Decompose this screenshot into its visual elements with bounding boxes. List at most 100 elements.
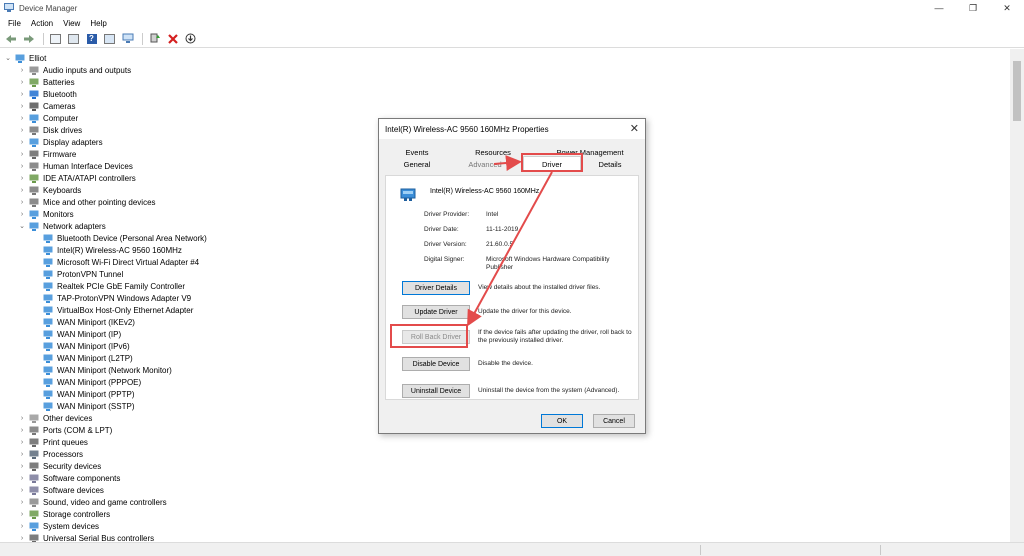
ok-button[interactable]: OK: [541, 414, 583, 428]
tree-category-item[interactable]: › Audio inputs and outputs: [18, 64, 131, 76]
update-driver-icon[interactable]: [147, 31, 162, 46]
tab-resources[interactable]: Resources: [465, 146, 521, 158]
collapsed-chevron-icon[interactable]: ›: [18, 475, 26, 482]
tree-category-item[interactable]: › Monitors: [18, 208, 74, 220]
collapsed-chevron-icon[interactable]: ›: [18, 439, 26, 446]
tree-category-item[interactable]: › Firmware: [18, 148, 76, 160]
tree-category-item[interactable]: › Computer: [18, 112, 78, 124]
update-driver-button[interactable]: Update Driver: [402, 305, 470, 319]
tree-category-item[interactable]: › Storage controllers: [18, 508, 110, 520]
disable-device-button[interactable]: Disable Device: [402, 357, 470, 371]
menu-help[interactable]: Help: [85, 19, 111, 28]
tree-category-item[interactable]: › Security devices: [18, 460, 101, 472]
tree-category-item[interactable]: › Processors: [18, 448, 83, 460]
tree-device-item[interactable]: WAN Miniport (PPPOE): [32, 376, 141, 388]
menu-file[interactable]: File: [3, 19, 26, 28]
collapsed-chevron-icon[interactable]: ›: [18, 427, 26, 434]
collapsed-chevron-icon[interactable]: ›: [18, 115, 26, 122]
tree-category-item[interactable]: › System devices: [18, 520, 99, 532]
cancel-button[interactable]: Cancel: [593, 414, 635, 428]
collapsed-chevron-icon[interactable]: ›: [18, 103, 26, 110]
tree-device-item[interactable]: WAN Miniport (IKEv2): [32, 316, 135, 328]
view-icon[interactable]: [102, 31, 117, 46]
tree-category-item[interactable]: › Sound, video and game controllers: [18, 496, 167, 508]
collapsed-chevron-icon[interactable]: ›: [18, 91, 26, 98]
collapsed-chevron-icon[interactable]: ›: [18, 139, 26, 146]
collapsed-chevron-icon[interactable]: ›: [18, 151, 26, 158]
tree-device-item[interactable]: ProtonVPN Tunnel: [32, 268, 123, 280]
uninstall-device-icon[interactable]: [165, 31, 180, 46]
collapsed-chevron-icon[interactable]: ›: [18, 163, 26, 170]
tree-category-item[interactable]: › Batteries: [18, 76, 75, 88]
collapsed-chevron-icon[interactable]: ›: [18, 211, 26, 218]
collapsed-chevron-icon[interactable]: ›: [18, 415, 26, 422]
collapsed-chevron-icon[interactable]: ›: [18, 199, 26, 206]
collapsed-chevron-icon[interactable]: ›: [18, 499, 26, 506]
tree-category-item[interactable]: › Software components: [18, 472, 120, 484]
tree-device-item[interactable]: VirtualBox Host-Only Ethernet Adapter: [32, 304, 193, 316]
show-hide-tree-icon[interactable]: [48, 31, 63, 46]
tree-device-item[interactable]: WAN Miniport (IPv6): [32, 340, 130, 352]
driver-tab-panel: Intel(R) Wireless-AC 9560 160MHz Driver …: [385, 175, 639, 400]
tree-category-item[interactable]: › Mice and other pointing devices: [18, 196, 156, 208]
scrollbar-thumb[interactable]: [1013, 61, 1021, 121]
tab-details[interactable]: Details: [587, 158, 633, 170]
tree-category-item[interactable]: › Bluetooth: [18, 88, 77, 100]
tree-device-item[interactable]: Microsoft Wi-Fi Direct Virtual Adapter #…: [32, 256, 199, 268]
uninstall-device-button[interactable]: Uninstall Device: [402, 384, 470, 398]
tree-device-item[interactable]: TAP-ProtonVPN Windows Adapter V9: [32, 292, 191, 304]
tree-category-item[interactable]: › Universal Serial Bus controllers: [18, 532, 154, 542]
tree-category-item[interactable]: › Ports (COM & LPT): [18, 424, 112, 436]
tree-device-item[interactable]: WAN Miniport (SSTP): [32, 400, 135, 412]
collapsed-chevron-icon[interactable]: ›: [18, 451, 26, 458]
tree-category-item[interactable]: › Other devices: [18, 412, 92, 424]
forward-arrow-icon[interactable]: [21, 31, 36, 46]
menu-view[interactable]: View: [58, 19, 85, 28]
tree-category-item[interactable]: › Human Interface Devices: [18, 160, 133, 172]
tree-node-label: Firmware: [43, 149, 77, 159]
tab-general[interactable]: General: [389, 158, 445, 170]
close-window-button[interactable]: ✕: [990, 0, 1024, 16]
collapsed-chevron-icon[interactable]: ›: [18, 175, 26, 182]
tree-category-item[interactable]: › Keyboards: [18, 184, 81, 196]
tab-events[interactable]: Events: [389, 146, 445, 158]
expanded-chevron-icon[interactable]: ⌄: [4, 54, 12, 62]
tree-device-item[interactable]: Bluetooth Device (Personal Area Network): [32, 232, 207, 244]
tree-category-item[interactable]: › Display adapters: [18, 136, 103, 148]
maximize-button[interactable]: ❐: [956, 0, 990, 16]
collapsed-chevron-icon[interactable]: ›: [18, 523, 26, 530]
menu-action[interactable]: Action: [26, 19, 58, 28]
expanded-chevron-icon[interactable]: ⌄: [18, 222, 26, 230]
tree-device-item[interactable]: WAN Miniport (Network Monitor): [32, 364, 172, 376]
tree-category-item[interactable]: › IDE ATA/ATAPI controllers: [18, 172, 136, 184]
scan-hardware-icon[interactable]: [120, 31, 135, 46]
collapsed-chevron-icon[interactable]: ›: [18, 127, 26, 134]
tree-category-item[interactable]: › Software devices: [18, 484, 104, 496]
properties-icon[interactable]: [66, 31, 81, 46]
tree-category-item[interactable]: › Print queues: [18, 436, 88, 448]
tree-category-item[interactable]: › Cameras: [18, 100, 75, 112]
collapsed-chevron-icon[interactable]: ›: [18, 487, 26, 494]
minimize-button[interactable]: —: [922, 0, 956, 16]
collapsed-chevron-icon[interactable]: ›: [18, 463, 26, 470]
tree-device-item[interactable]: WAN Miniport (L2TP): [32, 352, 133, 364]
collapsed-chevron-icon[interactable]: ›: [18, 79, 26, 86]
back-arrow-icon[interactable]: [3, 31, 18, 46]
collapsed-chevron-icon[interactable]: ›: [18, 511, 26, 518]
tab-advanced[interactable]: Advanced: [455, 158, 515, 170]
dialog-close-icon[interactable]: ✕: [630, 122, 639, 135]
help-icon[interactable]: ?: [84, 31, 99, 46]
collapsed-chevron-icon[interactable]: ›: [18, 187, 26, 194]
collapsed-chevron-icon[interactable]: ›: [18, 67, 26, 74]
tree-category-item[interactable]: › Disk drives: [18, 124, 82, 136]
tree-device-item[interactable]: WAN Miniport (PPTP): [32, 388, 135, 400]
driver-details-button[interactable]: Driver Details: [402, 281, 470, 295]
tree-device-item[interactable]: Realtek PCIe GbE Family Controller: [32, 280, 185, 292]
tree-category-item[interactable]: ⌄ Network adapters: [18, 220, 106, 232]
tree-device-item[interactable]: Intel(R) Wireless-AC 9560 160MHz: [32, 244, 182, 256]
download-icon[interactable]: [183, 31, 198, 46]
tree-device-item[interactable]: WAN Miniport (IP): [32, 328, 121, 340]
collapsed-chevron-icon[interactable]: ›: [18, 535, 26, 542]
tree-scrollbar[interactable]: [1010, 49, 1024, 542]
tree-root-node[interactable]: ⌄ Elliot: [4, 52, 46, 64]
